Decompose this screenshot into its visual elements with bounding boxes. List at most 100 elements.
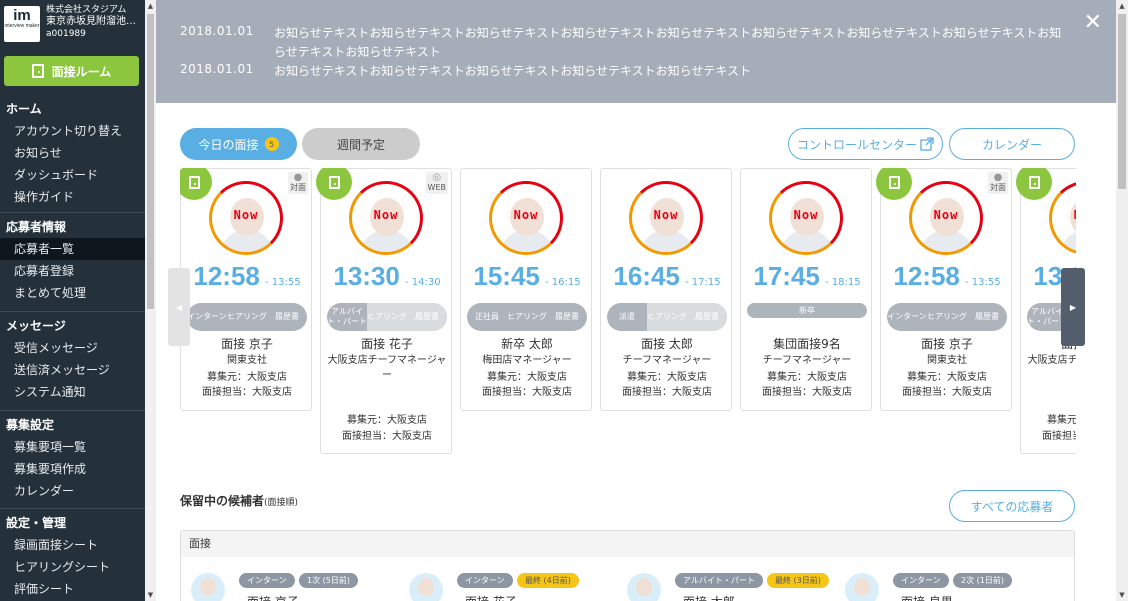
candidate-position: 梅田店マネージャー [482, 355, 572, 366]
sidebar-item[interactable]: アカウント切り替え [0, 120, 145, 142]
sidebar-item[interactable]: カレンダー [0, 480, 145, 502]
external-link-icon [920, 137, 934, 151]
candidate-name: 面接 太郎 [641, 337, 693, 351]
logo-text: im [13, 7, 31, 24]
enter-room-badge[interactable] [180, 168, 212, 200]
interview-time: 12:58 - 13:55 [181, 261, 313, 292]
interview-card[interactable]: ● 対面 Now 12:58 - 13:55 インターン ヒアリング 履歴書 面接 京子 関東支… [876, 168, 1012, 411]
tab-weekly-schedule[interactable]: 週間予定 [302, 128, 420, 160]
avatar [627, 573, 661, 601]
start-time: 17:45 [753, 261, 820, 291]
sidebar-item[interactable]: まとめて処理 [0, 282, 145, 304]
notice-date: 2018.01.01 [180, 24, 254, 38]
candidate-position: 関東支社 [927, 355, 967, 366]
sidebar-item[interactable]: 応募者登録 [0, 260, 145, 282]
carousel-next-button[interactable]: ▶ [1061, 268, 1085, 346]
all-applicants-button[interactable]: すべての応募者 [949, 490, 1075, 522]
candidate-position: 大阪支店チーフマネージャー [327, 355, 447, 381]
calendar-label: カレンダー [981, 137, 1042, 152]
sidebar-item[interactable]: 評価シート [0, 578, 145, 600]
close-icon[interactable]: ✕ [1084, 10, 1102, 35]
held-candidate[interactable]: アルバイト・パート最終 (3日前) 面接 太郎 [627, 573, 837, 601]
interview-card[interactable]: Now 17:45 - 18:15 新卒 集団面接9名 チーフマネージャー 募集元：大阪支… [740, 168, 872, 411]
person-icon: ● [293, 172, 303, 183]
interview-card[interactable]: ◎ WEB Now 13:30 - 14:30 アルバイト・パート ヒアリング 履歴書 面接 … [316, 168, 452, 454]
door-icon [328, 175, 340, 189]
interviewer: 面接担当：大阪支店 [342, 431, 432, 442]
tag-1: ヒアリング [647, 303, 687, 331]
page-scroll-thumb[interactable] [1118, 14, 1126, 189]
company-name: 株式会社スタジアム [46, 5, 127, 15]
sidebar-item[interactable]: ヒアリングシート [0, 556, 145, 578]
end-time: - 13:55 [264, 277, 301, 288]
held-candidate[interactable]: インターン最終 (4日前)面接 花子 [409, 573, 619, 601]
held-candidate[interactable]: インターン 2次 (1日前)面接 良男 [845, 573, 1055, 601]
sidebar-item[interactable]: 募集要項一覧 [0, 436, 145, 458]
end-time: - 16:15 [544, 277, 581, 288]
end-time: - 17:15 [684, 277, 721, 288]
kind-pill: インターン [457, 573, 513, 588]
door-icon [188, 175, 200, 189]
hold-section-title: 保留中の候補者(面接順) [180, 492, 298, 509]
sidebar-scrollbar[interactable]: ▲ ▼ [145, 0, 156, 601]
tag-0: 正社員 [475, 312, 499, 321]
hold-panel-title: 面接 [181, 531, 1074, 557]
sidebar-item[interactable]: 録画面接シート [0, 534, 145, 556]
scroll-up-arrow-icon[interactable]: ▲ [1116, 2, 1128, 10]
sidebar-item[interactable]: 募集要項作成 [0, 458, 145, 480]
tag-1: ヒアリング [227, 312, 267, 321]
sidebar-section-title: 応募者情報 [6, 220, 67, 234]
scroll-down-arrow-icon[interactable]: ▼ [1116, 591, 1128, 599]
sidebar-item[interactable]: 受信メッセージ [0, 337, 145, 359]
app-logo[interactable]: im interview maker [4, 6, 40, 42]
enter-room-badge[interactable] [876, 168, 912, 200]
sidebar-scroll-thumb[interactable] [147, 14, 154, 309]
start-time: 13:30 [333, 261, 400, 291]
interview-card[interactable]: ● 対面 Now 12:58 - 13:55 インターン ヒアリング 履歴書 面接 京子 関東支… [180, 168, 312, 411]
enter-room-badge[interactable] [1016, 168, 1052, 200]
sidebar-item[interactable]: 送信済メッセージ [0, 359, 145, 381]
recruit-source: 募集元：大阪支店 [347, 415, 427, 426]
enter-room-badge[interactable] [316, 168, 352, 200]
held-candidate[interactable]: インターン 1次 (5日前)面接 京子 [191, 573, 401, 601]
kind-pill: インターン [893, 573, 949, 588]
interview-type-label: 対面 [990, 183, 1006, 192]
control-center-label: コントロールセンター [796, 137, 917, 152]
now-label: Now [373, 208, 399, 222]
candidate-name: 面接 京子 [221, 337, 273, 351]
calendar-button[interactable]: カレンダー [949, 128, 1075, 160]
candidate-name: 集団面接9名 [773, 337, 841, 351]
carousel-prev-button[interactable]: ◀ [168, 268, 190, 346]
control-center-button[interactable]: コントロールセンター [788, 128, 943, 160]
status-ring: Now [209, 181, 283, 255]
interview-time: 16:45 - 17:15 [601, 261, 733, 292]
tag-2: 履歴書 [407, 303, 447, 331]
door-icon [31, 64, 44, 78]
hold-panel: 面接 インターン1次 (5日前)面接 京子インターン最終 (4日前)面接 花子ア… [180, 530, 1075, 601]
interview-type-label: 対面 [290, 183, 306, 192]
status-pill: 最終 (4日前) [517, 573, 579, 588]
interview-card[interactable]: Now 16:45 - 17:15 派遣 ヒアリング 履歴書 面接 太郎 チーフマネージャー… [600, 168, 732, 411]
interviewer: 面接担当：大阪支店 [202, 387, 292, 398]
start-time: 15:45 [473, 261, 540, 291]
tab-today-interviews[interactable]: 今日の面接 5 [180, 128, 297, 160]
scroll-down-arrow-icon[interactable]: ▼ [145, 591, 156, 599]
company-info: 株式会社スタジアム 東京赤坂見附溜池… a001989 [46, 4, 142, 40]
notice-row[interactable]: 2018.01.01 お知らせテキストお知らせテキストお知らせテキストお知らせテ… [180, 24, 1064, 62]
sidebar-item[interactable]: ダッシュボード [0, 164, 145, 186]
page-scrollbar[interactable]: ▲ ▼ [1116, 0, 1128, 601]
scroll-up-arrow-icon[interactable]: ▲ [145, 2, 156, 10]
sidebar-divider [0, 410, 145, 411]
interview-time: 15:45 - 16:15 [461, 261, 593, 292]
sidebar-section: 設定・管理 録画面接シート ヒアリングシート 評価シート [0, 508, 145, 600]
notice-row[interactable]: 2018.01.01 お知らせテキストお知らせテキストお知らせテキストお知らせテ… [180, 62, 1064, 81]
interview-card[interactable]: Now 15:45 - 16:15 正社員 ヒアリング 履歴書 新卒 太郎 梅田店マネージャ… [460, 168, 592, 411]
start-time: 16:45 [613, 261, 680, 291]
sidebar-item[interactable]: お知らせ [0, 142, 145, 164]
interview-room-button[interactable]: 面接ルーム [4, 56, 139, 86]
tag-0: アルバイト・パート [327, 307, 367, 326]
sidebar-item[interactable]: 操作ガイド [0, 186, 145, 208]
sidebar-item[interactable]: システム通知 [0, 381, 145, 403]
status-ring: Now [909, 181, 983, 255]
sidebar-item[interactable]: 応募者一覧 [0, 238, 145, 260]
